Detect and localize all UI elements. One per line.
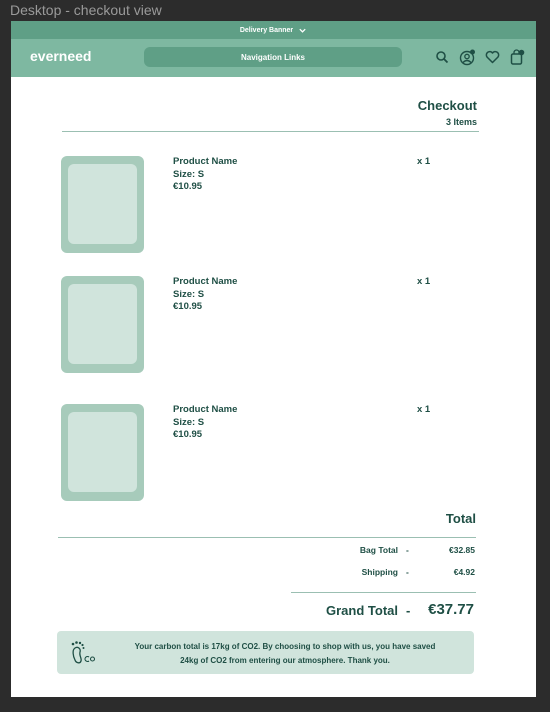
product-item[interactable]: Product Name Size: S €10.95 x 1 [61,156,481,256]
product-image[interactable] [61,156,144,253]
separator-dash: - [406,545,409,555]
frame-title: Desktop - checkout view [10,2,162,18]
total-title: Total [445,511,476,526]
shipping-label: Shipping [361,567,398,577]
bag-total-value: €32.85 [449,545,475,555]
header-nav: everneed Navigation Links [11,39,536,77]
product-quantity[interactable]: x 1 [417,404,430,415]
navigation-links-label: Navigation Links [240,52,305,62]
delivery-banner[interactable]: Delivery Banner [11,21,536,39]
account-icon[interactable] [458,48,476,66]
search-icon[interactable] [433,48,451,66]
product-price: €10.95 [173,429,203,440]
shipping-value: €4.92 [453,567,475,577]
product-info: Product Name Size: S €10.95 [173,276,237,314]
product-item[interactable]: Product Name Size: S €10.95 x 1 [61,276,481,376]
grand-total-label: Grand Total [326,603,398,618]
product-name[interactable]: Product Name [173,156,237,169]
logo[interactable]: everneed [30,48,91,64]
bag-icon[interactable] [508,48,526,66]
product-price: €10.95 [173,181,203,192]
chevron-down-icon [299,28,306,33]
carbon-message-line: Your carbon total is 17kg of CO2. By cho… [134,642,436,651]
shipping-row: Shipping - €4.92 [301,567,476,579]
bag-total-row: Bag Total - €32.85 [301,545,476,557]
product-image-placeholder [68,284,137,364]
product-size: Size: S [173,168,205,180]
product-image[interactable] [61,276,144,373]
footprint-co2-icon [71,641,96,664]
grand-total-row: Grand Total - €37.77 [301,601,476,621]
delivery-banner-label: Delivery Banner [239,26,294,34]
heart-icon[interactable] [483,48,501,66]
bag-total-label: Bag Total [359,545,398,555]
product-name[interactable]: Product Name [173,404,237,417]
product-quantity[interactable]: x 1 [417,276,430,287]
navigation-links[interactable]: Navigation Links [144,47,402,67]
carbon-message-line: 24kg of CO2 from entering our atmosphere… [180,656,390,665]
product-image-placeholder [68,164,137,244]
divider [291,592,476,593]
product-size: Size: S [173,288,205,300]
nav-icons [433,48,526,66]
checkout-page: Delivery Banner everneed Navigation Link… [11,21,536,697]
checkout-title: Checkout [417,98,477,113]
product-image[interactable] [61,404,144,501]
carbon-notice: Your carbon total is 17kg of CO2. By cho… [57,631,474,674]
items-count: 3 Items [445,117,477,127]
product-price: €10.95 [173,301,203,312]
grand-total-value: €37.77 [428,601,474,618]
separator-dash: - [406,567,409,577]
product-info: Product Name Size: S €10.95 [173,156,237,194]
carbon-message: Your carbon total is 17kg of CO2. By cho… [105,640,465,668]
divider [58,537,476,538]
product-image-placeholder [68,412,137,492]
product-info: Product Name Size: S €10.95 [173,404,237,442]
separator-dash: - [406,603,411,618]
product-size: Size: S [173,416,205,428]
product-quantity[interactable]: x 1 [417,156,430,167]
product-name[interactable]: Product Name [173,276,237,289]
product-item[interactable]: Product Name Size: S €10.95 x 1 [61,404,481,504]
divider [62,131,479,132]
